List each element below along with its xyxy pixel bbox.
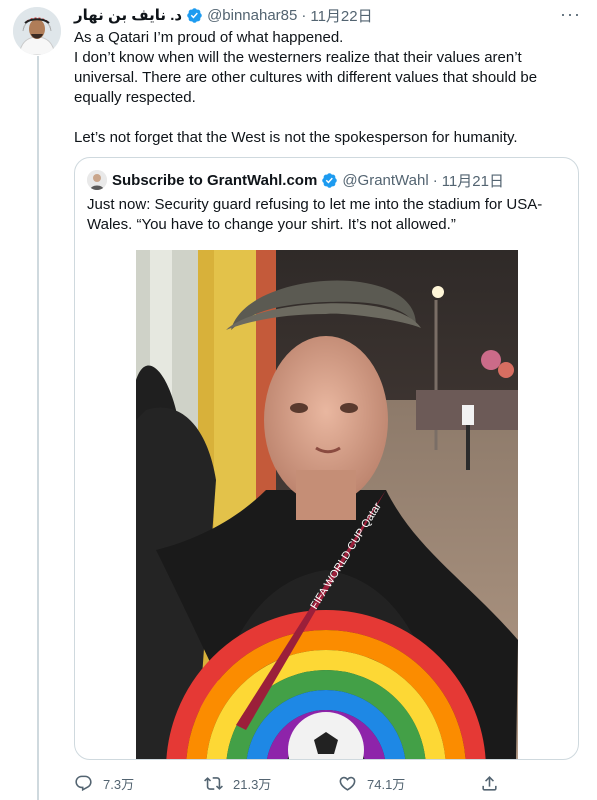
tweet-actions: 7.3万 21.3万 74.1万 [74,772,504,794]
retweet-count: 21.3万 [233,776,272,792]
verified-badge-icon [322,172,338,188]
reply-button[interactable]: 7.3万 [74,772,134,794]
quoted-author-handle: @GrantWahl [342,171,429,189]
tweet-text: As a Qatari I’m proud of what happened. … [74,28,579,148]
quoted-tweet[interactable]: Subscribe to GrantWahl.com @GrantWahl · … [74,157,579,760]
tweet-line: I don’t know when will the westerners re… [74,49,538,106]
tweet-date[interactable]: 11月22日 [310,5,372,26]
quoted-tweet-text: Just now: Security guard refusing to let… [87,196,543,233]
quoted-tweet-header: Subscribe to GrantWahl.com @GrantWahl · … [87,169,504,191]
quoted-author-avatar [87,170,107,190]
verified-badge-icon [187,7,202,23]
author-name[interactable]: د. نايف بن نهار [74,6,182,24]
like-count: 74.1万 [367,776,406,792]
reply-count: 7.3万 [103,776,135,792]
author-handle[interactable]: @binnahar85 [207,7,297,24]
tweet-line: As a Qatari I’m proud of what happened. [74,29,344,46]
retweet-icon [204,776,223,790]
like-button[interactable]: 74.1万 [338,772,405,794]
tweet-header: د. نايف بن نهار @binnahar85 · 11月22日 [74,4,581,26]
thread-line [37,56,39,800]
author-avatar[interactable] [13,7,61,55]
header-separator: · [432,171,438,189]
reply-icon [75,775,92,791]
quoted-tweet-date: 11月21日 [441,172,504,190]
quoted-author-name: Subscribe to GrantWahl.com [112,171,318,189]
tweet-line: Let’s not forget that the West is not th… [74,129,518,146]
header-separator: · [301,6,307,24]
quoted-tweet-photo[interactable]: FIFA WORLD CUP Qatar [136,250,518,759]
share-icon [482,775,497,791]
like-icon [339,776,356,791]
more-icon[interactable]: ··· [560,4,581,24]
share-button[interactable] [480,772,509,794]
retweet-button[interactable]: 21.3万 [204,772,271,794]
